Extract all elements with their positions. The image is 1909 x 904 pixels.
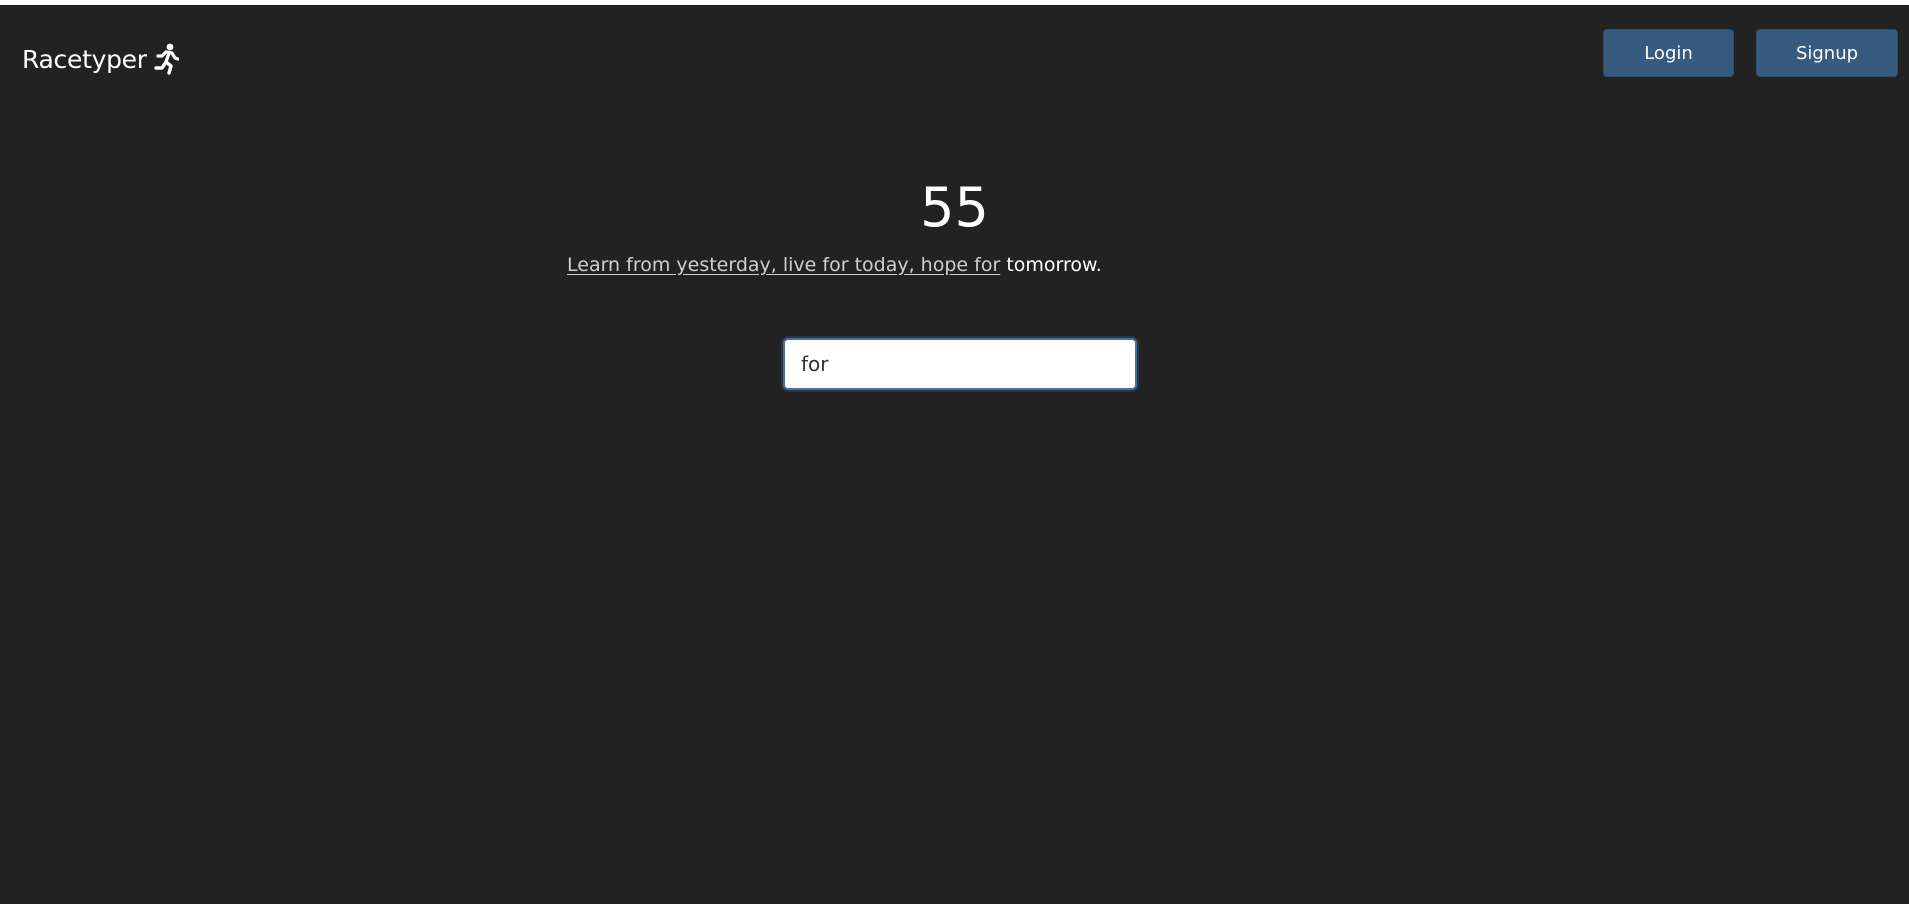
brand-name: Racetyper	[22, 44, 147, 74]
app-container: Racetyper Login Signup 55 Learn from yes…	[0, 5, 1909, 904]
quote-remaining-portion: tomorrow.	[1006, 254, 1102, 276]
brand-logo[interactable]: Racetyper	[22, 41, 179, 77]
running-person-icon	[154, 43, 179, 75]
countdown-timer: 55	[920, 176, 989, 239]
quote-text: Learn from yesterday, live for today, ho…	[567, 251, 1102, 279]
login-button[interactable]: Login	[1603, 29, 1734, 77]
quote-typed-portion: Learn from yesterday, live for today, ho…	[567, 254, 1001, 276]
typing-input[interactable]	[783, 338, 1137, 390]
signup-button[interactable]: Signup	[1756, 29, 1898, 77]
